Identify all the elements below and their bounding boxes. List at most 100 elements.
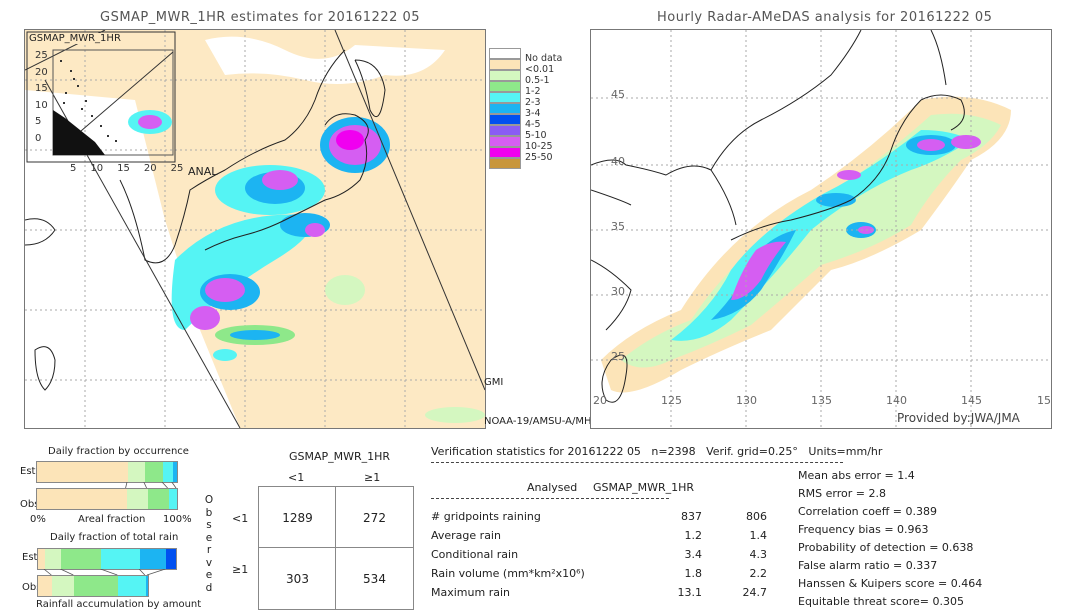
bar-segment	[166, 549, 176, 569]
stat-row-analysed: 837	[681, 510, 702, 523]
bar-segment	[37, 462, 128, 482]
inset-y-ticks: 25 20 15 10 5 0	[35, 48, 48, 147]
lat-tick: 25	[611, 350, 625, 363]
verification-score: Hanssen & Kuipers score = 0.464	[798, 577, 983, 590]
observed-letter: d	[205, 581, 213, 594]
swath-label-gmi: GMI	[484, 377, 504, 388]
divider	[431, 498, 669, 499]
bar-segment	[126, 489, 148, 509]
stat-row-product: 806	[746, 510, 767, 523]
bar-connector	[146, 569, 166, 576]
inset-y-tick: 20	[35, 66, 48, 78]
right-map-title: Hourly Radar-AMeDAS analysis for 2016122…	[657, 10, 993, 25]
radar-map-canvas	[591, 30, 1051, 428]
lon-tick: 145	[961, 394, 982, 407]
inset-y-tick: 10	[35, 99, 48, 111]
gsmap-estimate-map: GSMAP_MWR_1HR 25 20 15 10 5 0 5 10 15 20…	[24, 29, 486, 429]
legend-swatch	[489, 70, 521, 81]
observed-letter: r	[206, 544, 212, 556]
bar-segment	[144, 462, 163, 482]
observed-letter: s	[206, 519, 212, 531]
bar-segment	[61, 549, 102, 569]
gsmap-map-canvas	[25, 30, 485, 428]
occurrence-chart-title: Daily fraction by occurrence	[48, 446, 189, 457]
occurrence-x-right: 100%	[163, 514, 192, 525]
stat-row-label: Conditional rain	[431, 548, 519, 561]
col-product: GSMAP_MWR_1HR	[593, 481, 695, 494]
inset-x-ticks: 5 10 15 20 25	[70, 163, 183, 174]
lat-tick: 40	[611, 155, 625, 168]
contingency-product: GSMAP_MWR_1HR	[289, 450, 391, 463]
rain-obs-bar	[37, 575, 149, 597]
inset-y-tick: 0	[35, 132, 42, 144]
occurrence-est-bar	[36, 461, 178, 483]
bar-segment	[38, 576, 53, 596]
rain-est-label: Est	[22, 552, 38, 563]
swath-edge	[334, 30, 485, 391]
verification-score: Correlation coeff = 0.389	[798, 505, 937, 518]
bar-segment	[162, 462, 173, 482]
contingency-cell: 272	[363, 510, 386, 525]
observed-letter: e	[205, 569, 213, 581]
bar-segment	[74, 576, 119, 596]
bar-segment	[140, 549, 167, 569]
observed-letter: O	[204, 494, 214, 506]
occurrence-x-label: Areal fraction	[78, 514, 146, 525]
legend-swatch	[489, 48, 521, 59]
stat-row-product: 4.3	[749, 548, 768, 561]
lat-tick: 20	[593, 394, 607, 407]
lon-tick: 130	[736, 394, 757, 407]
left-map-title: GSMAP_MWR_1HR estimates for 20161222 05	[100, 10, 421, 25]
legend-swatch	[489, 114, 521, 125]
radar-rain-band	[601, 96, 1011, 393]
stat-row-analysed: 1.8	[684, 567, 703, 580]
verification-score: RMS error = 2.8	[798, 487, 886, 500]
contingency-col-header: ≥1	[364, 471, 381, 484]
coastline	[591, 189, 632, 206]
inset-y-tick: 15	[35, 83, 48, 94]
inset-y-tick: 5	[35, 116, 42, 127]
bar-segment	[145, 576, 148, 596]
stat-row-label: # gridpoints raining	[431, 510, 541, 523]
lat-tick: 35	[611, 220, 625, 233]
contingency-cell: 1289	[282, 510, 313, 525]
stat-row-product: 1.4	[749, 529, 768, 542]
legend-swatch	[489, 147, 521, 158]
coastline	[710, 169, 737, 226]
stat-row-analysed: 1.2	[684, 529, 703, 542]
bar-segment	[118, 576, 146, 596]
inset-x-tick: 10	[90, 163, 104, 174]
precip-legend: No data <0.01 0.5-1 1-2 2-3 3-4 4-5 5-10 10-25 25…	[489, 48, 579, 188]
verification-header: Verification statistics for 20161222 05 …	[431, 445, 883, 458]
legend-swatch	[489, 59, 521, 70]
verification-score: Equitable threat score= 0.305	[798, 595, 964, 608]
bar-segment	[52, 576, 75, 596]
stat-row-label: Average rain	[431, 529, 501, 542]
swath-label-noaa: NOAA-19/AMSU-A/MHS	[484, 416, 590, 427]
inset-y-tick: 25	[35, 50, 48, 61]
stat-row-analysed: 13.1	[677, 586, 703, 599]
col-analysed: Analysed	[527, 481, 578, 494]
inset-x-tick: 20	[143, 163, 157, 174]
verification-score: False alarm ratio = 0.337	[798, 559, 938, 572]
rain-chart-title: Daily fraction of total rain	[50, 532, 179, 543]
verification-score: Probability of detection = 0.638	[798, 541, 974, 554]
bar-segment	[38, 549, 45, 569]
lon-tick: 135	[811, 394, 832, 407]
occurrence-x-left: 0%	[30, 514, 46, 525]
inset-x-label: ANAL	[188, 165, 218, 178]
legend-swatch	[489, 81, 521, 92]
rain-est-bar	[37, 548, 177, 570]
bar-segment	[168, 489, 177, 509]
observed-letter: e	[205, 531, 213, 544]
bar-segment	[37, 489, 127, 509]
bar-segment	[101, 549, 141, 569]
coastline	[930, 30, 947, 86]
inset-x-tick: 5	[70, 163, 77, 174]
stat-row-product: 24.7	[742, 586, 768, 599]
verification-score: Mean abs error = 1.4	[798, 469, 915, 482]
observed-label: O b s e r v e d	[204, 494, 214, 594]
legend-swatch	[489, 103, 521, 114]
lon-tick: 140	[886, 394, 907, 407]
bar-segment	[147, 489, 169, 509]
